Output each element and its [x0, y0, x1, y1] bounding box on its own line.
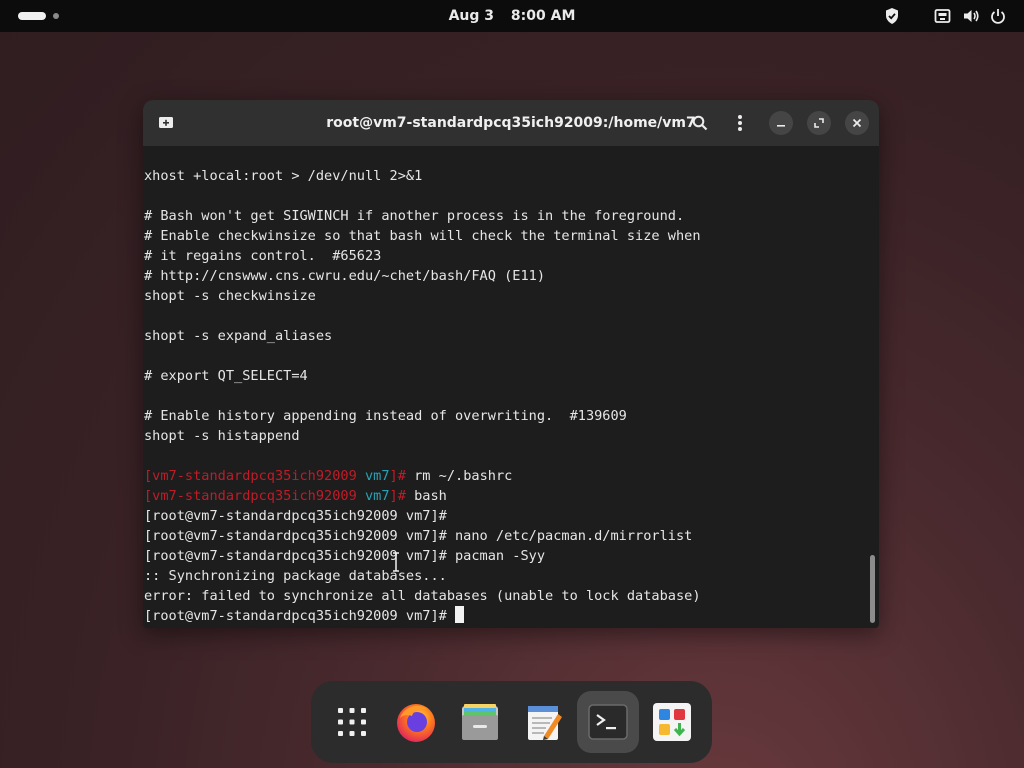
terminal-line: # http://cnswww.cns.cwru.edu/~chet/bash/… — [144, 268, 546, 284]
dock — [311, 681, 712, 763]
clock[interactable]: Aug 3 8:00 AM — [0, 0, 1024, 32]
terminal-window[interactable]: root@vm7-standardpcq35ich92009:/home/vm7… — [143, 100, 879, 628]
menu-icon[interactable] — [728, 111, 752, 135]
prompt-host: [vm7-standardpcq35ich92009 — [144, 488, 357, 504]
minimize-icon[interactable] — [769, 111, 793, 135]
scrollbar[interactable] — [870, 555, 875, 623]
terminal-output[interactable]: xhost +local:root > /dev/null 2>&1 # Bas… — [143, 166, 879, 628]
top-bar: Aug 3 8:00 AM — [0, 0, 1024, 32]
network-icon[interactable] — [934, 7, 951, 25]
prompt-host: [vm7-standardpcq35ich92009 — [144, 468, 357, 484]
volume-icon[interactable] — [962, 7, 980, 25]
terminal-line: # it regains control. #65623 — [144, 248, 382, 264]
terminal-line: [root@vm7-standardpcq35ich92009 vm7]# na… — [144, 528, 693, 544]
shield-icon[interactable] — [884, 7, 900, 25]
terminal-line: [root@vm7-standardpcq35ich92009 vm7]# — [144, 508, 447, 524]
clock-date: Aug 3 — [448, 8, 495, 24]
terminal-line: [root@vm7-standardpcq35ich92009 vm7]# pa… — [144, 548, 546, 564]
colored-prompt-line: [vm7-standardpcq35ich92009 vm7]# rm ~/.b… — [143, 466, 879, 486]
power-icon[interactable] — [990, 7, 1006, 25]
terminal-line: :: Synchronizing package databases... — [144, 568, 447, 584]
prompt-dir: vm7 — [364, 468, 390, 484]
terminal-line: shopt -s histappend — [144, 428, 300, 444]
prompt-command: bash — [405, 488, 447, 504]
terminal-line: # Bash won't get SIGWINCH if another pro… — [144, 208, 685, 224]
text-editor-icon[interactable] — [513, 691, 575, 753]
close-icon[interactable] — [845, 111, 869, 135]
terminal-line: # Enable history appending instead of ov… — [144, 408, 627, 424]
colored-prompt-line: [vm7-standardpcq35ich92009 vm7]# bash — [143, 486, 879, 506]
mouse-ibeam-icon — [391, 552, 401, 576]
prompt-command: rm ~/.bashrc — [405, 468, 513, 484]
window-titlebar[interactable]: root@vm7-standardpcq35ich92009:/home/vm7 — [143, 100, 879, 146]
terminal-line: # export QT_SELECT=4 — [144, 368, 308, 384]
clock-time: 8:00 AM — [510, 8, 576, 24]
software-icon[interactable] — [641, 691, 703, 753]
restore-icon[interactable] — [807, 111, 831, 135]
terminal-icon[interactable] — [577, 691, 639, 753]
text-cursor — [455, 606, 464, 623]
terminal-prompt-line[interactable]: [root@vm7-standardpcq35ich92009 vm7]# — [143, 606, 879, 626]
terminal-line: shopt -s expand_aliases — [144, 328, 333, 344]
firefox-icon[interactable] — [385, 691, 447, 753]
terminal-line: xhost +local:root > /dev/null 2>&1 — [144, 168, 423, 184]
search-icon[interactable] — [688, 111, 712, 135]
files-icon[interactable] — [449, 691, 511, 753]
prompt-text: [root@vm7-standardpcq35ich92009 vm7]# — [144, 608, 455, 624]
terminal-line: shopt -s checkwinsize — [144, 288, 316, 304]
prompt-dir: vm7 — [364, 488, 390, 504]
terminal-line: # Enable checkwinsize so that bash will … — [144, 228, 701, 244]
prompt-suffix: ]# — [389, 488, 406, 504]
terminal-line: error: failed to synchronize all databas… — [144, 588, 701, 604]
prompt-suffix: ]# — [389, 468, 406, 484]
app-grid-icon[interactable] — [321, 691, 383, 753]
